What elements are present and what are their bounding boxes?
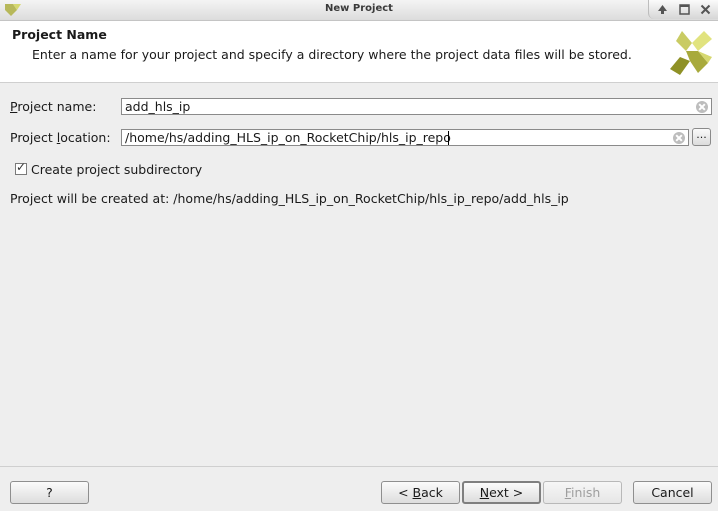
- text-caret: [448, 131, 449, 145]
- browse-button[interactable]: ...: [692, 128, 711, 146]
- footer-divider: [0, 466, 718, 467]
- help-button[interactable]: ?: [10, 481, 89, 504]
- vivado-logo-icon: [670, 31, 712, 75]
- window-controls: [648, 0, 718, 19]
- back-button[interactable]: < Back: [381, 481, 460, 504]
- create-subdirectory-checkbox[interactable]: ✓: [15, 160, 27, 175]
- close-icon[interactable]: [699, 3, 712, 16]
- create-subdirectory-label[interactable]: Create project subdirectory: [31, 162, 202, 177]
- back-mnemonic: B: [412, 485, 422, 500]
- clear-icon[interactable]: [673, 132, 685, 144]
- project-location-label-pre: Project: [10, 130, 57, 145]
- project-path-info: Project will be created at: /home/hs/add…: [10, 191, 569, 206]
- page-description: Enter a name for your project and specif…: [32, 47, 632, 62]
- window-title: New Project: [325, 3, 393, 14]
- finish-button[interactable]: Finish: [543, 481, 622, 504]
- next-button[interactable]: Next >: [462, 481, 541, 504]
- back-label-rest: ack: [421, 485, 443, 500]
- project-name-label: Project name:: [10, 99, 96, 114]
- page-title: Project Name: [12, 27, 107, 42]
- project-location-value: /home/hs/adding_HLS_ip_on_RocketChip/hls…: [125, 130, 451, 145]
- title-bar: New Project: [0, 0, 718, 21]
- project-location-input[interactable]: /home/hs/adding_HLS_ip_on_RocketChip/hls…: [121, 129, 689, 146]
- back-label-pre: <: [398, 485, 413, 500]
- project-name-value: add_hls_ip: [125, 99, 191, 114]
- finish-label-rest: inish: [570, 485, 601, 500]
- project-name-input[interactable]: add_hls_ip: [121, 98, 712, 115]
- maximize-icon[interactable]: [678, 3, 691, 16]
- clear-icon[interactable]: [696, 101, 708, 113]
- project-name-label-text: roject name:: [17, 99, 97, 114]
- cancel-button[interactable]: Cancel: [633, 481, 712, 504]
- wizard-header: Project Name Enter a name for your proje…: [0, 21, 718, 83]
- next-label-rest: ext >: [489, 485, 524, 500]
- next-mnemonic: N: [479, 485, 490, 500]
- checkmark-icon: ✓: [16, 160, 27, 174]
- project-location-label-text: ocation:: [60, 130, 111, 145]
- minimize-icon[interactable]: [656, 3, 669, 16]
- project-location-label: Project location:: [10, 130, 111, 145]
